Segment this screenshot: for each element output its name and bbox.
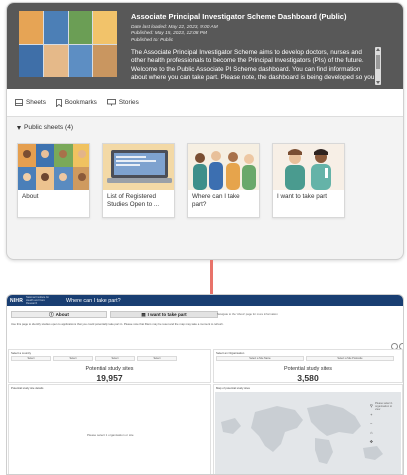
i-want-to-take-part-button[interactable]: ▤ I want to take part <box>110 311 218 318</box>
tab-bookmarks[interactable]: Bookmarks <box>56 98 97 107</box>
document-icon: ▤ <box>141 311 146 317</box>
workbook-thumbnail[interactable] <box>19 11 117 77</box>
dashboard-header: NIHR National Institute for Health and C… <box>7 295 403 306</box>
about-button-label: About <box>55 312 69 317</box>
sheet-thumbnail <box>188 144 259 190</box>
tab-sheets-label: Sheets <box>26 99 46 106</box>
map-land-shapes <box>221 404 383 464</box>
clinicians-image <box>273 144 344 190</box>
scrollbar-thumb[interactable] <box>376 55 380 69</box>
sheet-thumbnail <box>103 144 174 190</box>
connector-line <box>210 260 213 294</box>
map-controls: ⚲ + − ⌂ ✥ <box>370 404 373 444</box>
sheet-card-i-want-to-take-part[interactable]: I want to take part <box>272 143 345 218</box>
world-map[interactable]: ⚲ + − ⌂ ✥ Please select 1 organisation t… <box>215 392 401 474</box>
workbook-meta: Date last loaded: May 22, 2023, 9:00 AM … <box>131 25 218 44</box>
country-filter-row: Select Select Select Select <box>9 356 210 361</box>
zoom-in-icon[interactable]: + <box>370 413 372 417</box>
public-sheets-toggle[interactable]: Public sheets (4) <box>17 124 73 131</box>
potential-sites-label: Potential study sites <box>284 366 332 372</box>
sheet-title: Where can I take part? <box>192 193 240 208</box>
workbook-description: The Associate Principal Investigator Sch… <box>131 49 375 82</box>
nav-note: Navigate to the 'About' page for more in… <box>217 312 278 316</box>
tab-stories[interactable]: Stories <box>106 99 139 106</box>
filter-dropdown-2[interactable]: Select <box>53 356 93 361</box>
zoom-out-icon[interactable]: − <box>370 422 372 426</box>
people-group-image <box>188 144 259 190</box>
stories-icon <box>106 99 116 106</box>
filter-dropdown-1[interactable]: Select <box>11 356 51 361</box>
site-details-heading: Potential study site details <box>11 386 44 390</box>
take-part-button-label: I want to take part <box>147 312 187 317</box>
site-name-dropdown[interactable]: Select a Site Name <box>216 356 304 361</box>
sheet-card-about[interactable]: About <box>17 143 90 218</box>
laptop-image <box>103 144 174 190</box>
organisation-filter-panel: Select an Organisation Select a Site Nam… <box>213 349 403 383</box>
map-pan-icon[interactable]: ✥ <box>370 440 373 444</box>
tab-bookmarks-label: Bookmarks <box>64 99 97 106</box>
intro-text: Use this page to identify studies open t… <box>11 322 224 326</box>
potential-sites-value: 19,957 <box>96 373 123 383</box>
sheet-thumbnail <box>18 144 89 190</box>
sheet-title: About <box>22 193 39 200</box>
filter-dropdown-3[interactable]: Select <box>95 356 135 361</box>
map-search-icon[interactable]: ⚲ <box>370 404 373 408</box>
collapse-triangle-icon <box>17 125 21 130</box>
tableau-workbook-card: Associate Principal Investigator Scheme … <box>6 2 404 260</box>
public-sheets-heading: Public sheets (4) <box>24 124 74 131</box>
workbook-header: Associate Principal Investigator Scheme … <box>7 3 403 89</box>
about-button[interactable]: ⓘ About <box>11 311 107 318</box>
site-details-panel: Potential study site details Please sele… <box>8 384 211 474</box>
organisation-filter-row: Select a Site Name Select a Site Postcod… <box>214 356 402 361</box>
map-panel: Map of potential study sites ⚲ + − ⌂ ✥ P… <box>213 384 403 474</box>
site-postcode-dropdown[interactable]: Select a Site Postcode <box>306 356 394 361</box>
sheets-icon <box>15 99 23 106</box>
site-details-placeholder: Please select 1 organisation or site <box>87 433 134 437</box>
workbook-title: Associate Principal Investigator Scheme … <box>131 12 347 21</box>
nihr-logo: NIHR <box>10 297 24 304</box>
bookmark-icon <box>56 98 62 107</box>
sheet-card-where-can-i-take-part[interactable]: Where can I take part? <box>187 143 260 218</box>
sheet-title: I want to take part <box>277 193 328 200</box>
country-filter-panel: Select a country Select Select Select Se… <box>8 349 211 383</box>
nihr-logo-subtitle: National Institute for Health and Care R… <box>26 296 50 305</box>
sheet-card-list-of-studies[interactable]: List of Registered Studies Open to ... <box>102 143 175 218</box>
dashboard-title: Where can I take part? <box>66 297 121 304</box>
potential-sites-label: Potential study sites <box>85 366 134 372</box>
map-heading: Map of potential study sites <box>216 386 250 390</box>
potential-sites-value: 3,580 <box>297 373 319 383</box>
published-date-text: Published: May 15, 2023, 12:08 PM <box>131 31 207 37</box>
sheet-title: List of Registered Studies Open to ... <box>107 193 160 208</box>
sheet-thumbnail <box>273 144 344 190</box>
tab-sheets[interactable]: Sheets <box>15 99 46 106</box>
map-home-icon[interactable]: ⌂ <box>370 431 372 435</box>
dashboard-nav: ⓘ About ▤ I want to take part <box>11 311 218 318</box>
tab-stories-label: Stories <box>118 99 139 106</box>
workbook-tabs: Sheets Bookmarks Stories <box>7 89 403 117</box>
description-scrollbar[interactable] <box>375 47 381 85</box>
info-icon: ⓘ <box>49 311 54 317</box>
filter-dropdown-4[interactable]: Select <box>137 356 177 361</box>
people-collage-image <box>18 144 89 190</box>
dashboard-preview: NIHR National Institute for Health and C… <box>6 294 404 475</box>
map-note: Please select 1 organisation to view <box>375 402 393 411</box>
published-to-text: Published to: Public <box>131 37 174 43</box>
